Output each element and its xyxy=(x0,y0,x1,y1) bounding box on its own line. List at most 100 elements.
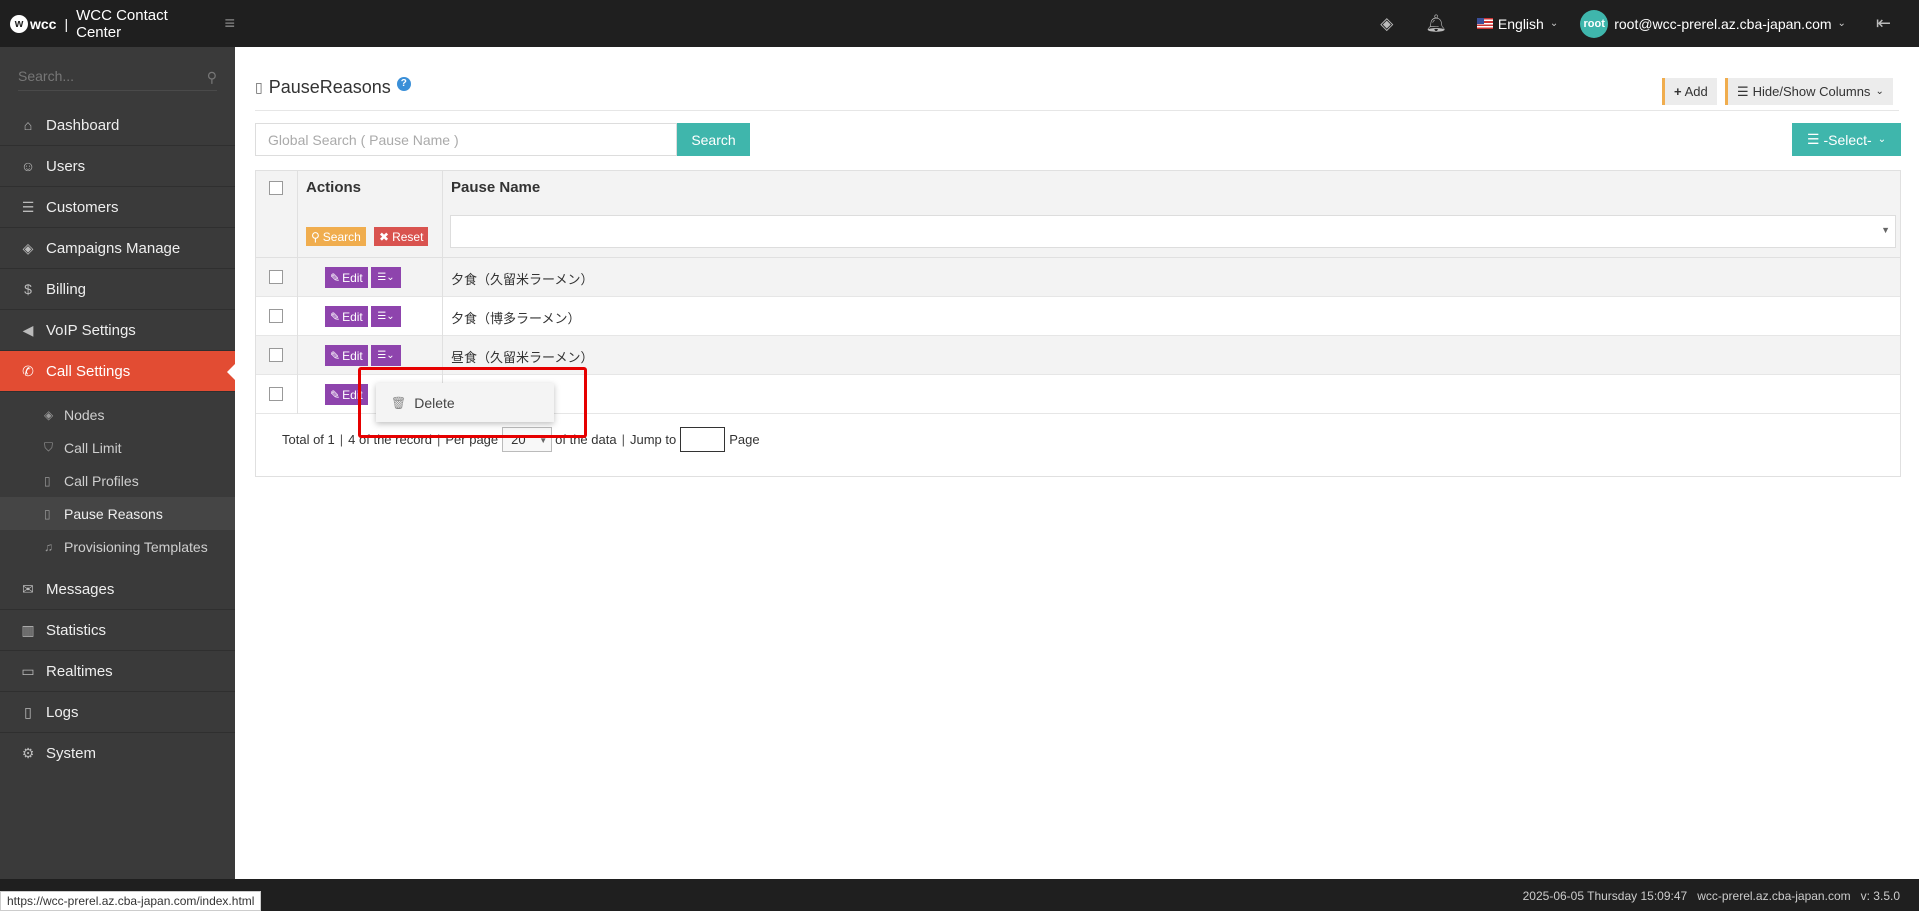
sidebar-subitem-call-limit[interactable]: ⛉ Call Limit xyxy=(0,431,235,464)
sidebar-subitem-call-profiles[interactable]: ▯ Call Profiles xyxy=(0,464,235,497)
sidebar-item-campaigns-manage[interactable]: ◈ Campaigns Manage xyxy=(0,228,235,269)
sidebar-item-system[interactable]: ⚙ System xyxy=(0,733,235,774)
pause-name-cell: 夕食（博多ラーメン） xyxy=(451,311,581,326)
sidebar-search: ⚲ xyxy=(0,47,235,105)
global-search-row: Search xyxy=(255,123,750,156)
sidebar-item-messages[interactable]: ✉ Messages xyxy=(0,569,235,610)
sidebar-subitem-label: Call Profiles xyxy=(64,472,139,489)
logout-icon[interactable]: ⇤ xyxy=(1876,13,1891,34)
gear-icon: ⚙ xyxy=(21,745,35,761)
actions-header: Actions xyxy=(306,179,362,196)
pause-name-header[interactable]: Pause Name xyxy=(451,179,540,196)
logo-mark-icon: w xyxy=(10,14,28,33)
add-button[interactable]: + Add xyxy=(1662,78,1717,105)
sidebar-item-billing[interactable]: $ Billing xyxy=(0,269,235,310)
row-checkbox[interactable] xyxy=(269,387,283,401)
filter-reset-label: Reset xyxy=(392,229,424,244)
edit-button[interactable]: ✎ Edit xyxy=(325,306,368,327)
sidebar-item-label: Customers xyxy=(46,198,119,216)
chevron-down-icon: ⌄ xyxy=(1877,134,1887,145)
select-dropdown-button[interactable]: ☰ -Select- ⌄ xyxy=(1792,123,1901,156)
row-checkbox[interactable] xyxy=(269,270,283,284)
row-actions-dropdown-button[interactable]: ☰⌄ xyxy=(371,306,401,327)
sidebar-item-label: Campaigns Manage xyxy=(46,239,181,257)
filter-search-button[interactable]: ⚲ Search xyxy=(306,227,366,246)
header-divider xyxy=(255,110,1899,111)
sidebar: ⚲ ⌂ Dashboard ☺ Users ☰ Customers ◈ Camp… xyxy=(0,47,236,879)
topbar-right: ◈ 🔔︎ English ⌄ root root@wcc-prerel.az.c… xyxy=(1364,0,1919,47)
search-icon[interactable]: ⚲ xyxy=(207,69,217,86)
page-label: Page xyxy=(729,432,760,447)
language-label: English xyxy=(1497,15,1544,32)
column-divider xyxy=(442,258,443,297)
filter-reset-button[interactable]: ✖ Reset xyxy=(374,227,429,246)
jump-to-label: Jump to xyxy=(629,432,677,447)
sidebar-subitem-nodes[interactable]: ◈ Nodes xyxy=(0,398,235,431)
file-icon: ▯ xyxy=(44,473,51,488)
language-selector[interactable]: English ⌄ xyxy=(1476,15,1559,32)
row-checkbox[interactable] xyxy=(269,348,283,362)
table-row: ✎ Edit ☰⌄ 夕食（博多ラーメン） xyxy=(256,297,1900,336)
global-search-input[interactable] xyxy=(255,123,677,156)
row-actions-dropdown-button[interactable]: ☰⌄ xyxy=(371,267,401,288)
row-actions-dropdown-button[interactable]: ☰⌄ xyxy=(371,345,401,366)
pause-name-filter-select[interactable]: ▼ xyxy=(450,215,1896,248)
sidebar-search-input[interactable] xyxy=(18,61,217,91)
shield-icon: ⛉ xyxy=(44,440,54,454)
column-divider xyxy=(297,258,298,297)
sidebar-subitem-label: Provisioning Templates xyxy=(64,538,208,555)
sidebar-item-label: Users xyxy=(46,157,86,175)
envelope-icon: ✉ xyxy=(22,580,34,597)
plus-icon: + xyxy=(1674,84,1682,99)
monitor-icon: ▭ xyxy=(21,662,35,679)
list-icon: ☰ xyxy=(1806,131,1820,147)
column-divider xyxy=(442,171,443,258)
edit-button-label: Edit xyxy=(342,309,363,324)
help-icon[interactable]: ? xyxy=(396,76,411,91)
edit-button[interactable]: ✎ Edit xyxy=(325,345,368,366)
jump-to-page-input[interactable] xyxy=(680,427,726,452)
sidebar-item-customers[interactable]: ☰ Customers xyxy=(0,187,235,228)
column-divider xyxy=(442,297,443,336)
dollar-icon: $ xyxy=(24,281,32,297)
sidebar-item-label: VoIP Settings xyxy=(46,321,136,339)
link-url-tooltip: https://wcc-prerel.az.cba-japan.com/inde… xyxy=(0,891,262,911)
sidebar-item-realtimes[interactable]: ▭ Realtimes xyxy=(0,651,235,692)
hide-show-columns-button[interactable]: ☰ Hide/Show Columns ⌄ xyxy=(1725,78,1893,105)
user-menu[interactable]: root root@wcc-prerel.az.cba-japan.com ⌄ xyxy=(1580,9,1846,38)
sidebar-item-dashboard[interactable]: ⌂ Dashboard xyxy=(0,105,235,146)
app-logo[interactable]: w wcc xyxy=(10,14,56,33)
sidebar-item-voip-settings[interactable]: ◀︎ VoIP Settings xyxy=(0,310,235,351)
select-all-checkbox[interactable] xyxy=(269,181,283,195)
edit-icon: ✎ xyxy=(330,270,341,285)
global-search-button[interactable]: Search xyxy=(677,123,750,156)
sidebar-item-call-settings[interactable]: ✆ Call Settings xyxy=(0,351,236,392)
sidebar-item-label: Billing xyxy=(46,280,87,298)
table-row: ✎ Edit ☰⌄ 夕食（久留米ラーメン） xyxy=(256,258,1900,297)
edit-icon: ✎ xyxy=(330,387,341,402)
page-header: ▯ PauseReasons ? xyxy=(255,76,411,98)
row-checkbox[interactable] xyxy=(269,309,283,323)
phone-icon: ✆ xyxy=(22,362,34,379)
sidebar-item-statistics[interactable]: ▥ Statistics xyxy=(0,610,235,651)
table-header: Actions Pause Name ⚲ Search ✖ Reset ▼ xyxy=(256,171,1900,258)
bell-icon[interactable]: 🔔︎ xyxy=(1425,14,1447,34)
sidebar-item-label: Realtimes xyxy=(46,662,113,680)
sidebar-item-users[interactable]: ☺ Users xyxy=(0,146,235,187)
sidebar-item-label: Logs xyxy=(46,703,79,721)
add-button-label: Add xyxy=(1684,84,1708,99)
layers-icon: ◈ xyxy=(44,407,54,422)
hamburger-menu-icon[interactable]: ≡ xyxy=(224,13,235,34)
sidebar-subitem-label: Pause Reasons xyxy=(64,505,163,522)
sidebar-subitem-pause-reasons[interactable]: ▯ Pause Reasons xyxy=(0,497,235,530)
edit-button[interactable]: ✎ Edit xyxy=(325,267,368,288)
highlight-box xyxy=(358,367,587,438)
sidebar-item-logs[interactable]: ▯ Logs xyxy=(0,692,235,733)
chevron-down-icon: ⌄ xyxy=(1549,18,1559,29)
edit-button-label: Edit xyxy=(342,348,363,363)
us-flag-icon xyxy=(1476,18,1493,29)
sidebar-subitem-provisioning-templates[interactable]: ♫ Provisioning Templates xyxy=(0,530,235,563)
app-title: WCC Contact Center xyxy=(76,6,168,41)
layers-icon[interactable]: ◈ xyxy=(1380,14,1393,34)
pager-total: Total of 1 xyxy=(282,432,335,447)
